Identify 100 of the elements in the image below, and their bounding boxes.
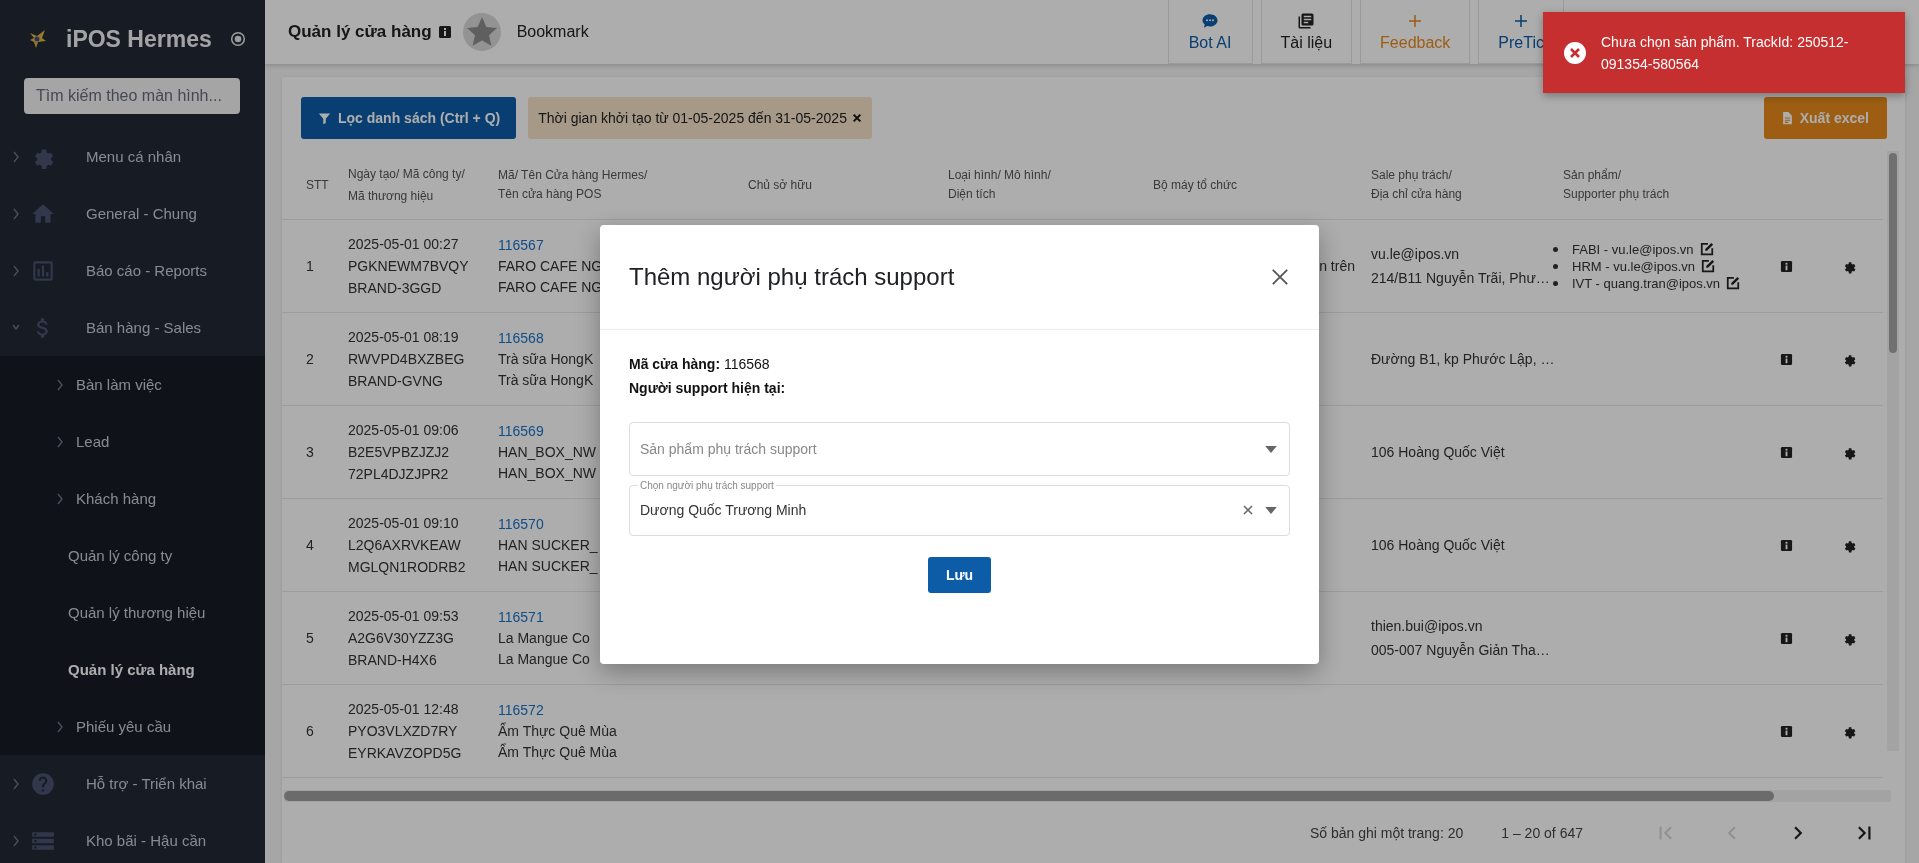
table-cell-text: 2025-05-01 12:48 PYO3VLXZD7RY EYRKAVZOPD5G [348,700,463,763]
info-icon[interactable] [1780,259,1793,273]
file-icon [1781,111,1793,125]
chevron-icon [12,150,20,163]
store-id-link[interactable]: 116571 [498,606,544,628]
column-header: Mã/ Tên Cửa hàng Hermes/ Tên cửa hàng POS [498,167,649,203]
table-cell-text: 2025-05-01 09:10 L2Q6AXRVKEAW MGLQN1RODRB2 [348,514,467,577]
column-header: STT [305,176,330,194]
chevron-icon [56,435,64,448]
store-name: HAN SUCKER_ HAN SUCKER_ [498,536,598,576]
dialog-title: Thêm người phụ trách support [629,263,955,291]
search-field[interactable]: Tìm kiếm theo màn hình... [24,78,240,114]
chevron-icon [56,378,64,391]
supporter-text: FABI - vu.le@ipos.vn [1572,241,1694,257]
bullet-icon [1553,280,1558,286]
product-select[interactable]: Sản phẩm phụ trách support [629,422,1290,476]
table-cell-text: 2025-05-01 08:19 RWVPD4BXZBEG BRAND-GVNG [348,328,466,391]
chevron-icon [56,720,64,733]
store-id-link[interactable]: 116569 [498,420,544,442]
edit-icon[interactable] [1701,259,1715,273]
table-cell: n trên [1319,258,1355,274]
sidebar-subitem[interactable]: Quản lý thương hiệu [0,584,265,641]
toolbar-button[interactable]: Tài liệu [1260,0,1353,64]
info-icon[interactable] [1780,445,1793,459]
chevron-icon [12,264,20,277]
edit-icon[interactable] [1726,276,1741,290]
help-icon [30,770,56,797]
table-cell-text: 3 [305,444,315,460]
column-header: Loại hình/ Mô hình/ Diện tích [948,167,1052,203]
page-size-label: Số bản ghi một trang: 20 [1309,825,1464,841]
sidebar-item[interactable]: Báo cáo - Reports [0,242,265,299]
store-id-link[interactable]: 116567 [498,234,544,256]
sidebar-item[interactable]: General - Chung [0,185,265,242]
bullet-icon [1553,263,1558,269]
column-header: Bộ máy tổ chức [1153,176,1239,194]
chat-icon [1201,11,1219,30]
support-person-select[interactable]: Chọn người phụ trách support Dương Quốc Trương Minh [629,480,1290,536]
table-cell-text: 2025-05-01 00:27 PGKNEWM7BVQY BRAND-3GGD [348,235,470,298]
column-header: Sale phụ trách/ Địa chỉ cửa hàng [1370,167,1463,203]
chevron-icon [12,207,20,220]
vertical-scrollbar[interactable] [1887,151,1899,751]
filter-chip-text: Thời gian khởi tạo từ 01-05-2025 đến 31-05-2025 [538,110,847,126]
book-icon [1297,11,1316,30]
table-cell-text: 4 [305,537,315,553]
sidebar-item[interactable]: Hỗ trợ - Triển khai [0,755,265,812]
info-icon[interactable] [1780,724,1793,738]
table-cell-text: 6 [305,723,315,739]
bookmark-link[interactable]: Bookmark [516,23,589,41]
table-cell-text: 2025-05-01 09:53 A2G6V30YZZ3G BRAND-H4X6 [348,607,460,670]
table-cell-text: 1 [305,258,315,274]
store-id-link[interactable]: 116570 [498,513,544,535]
page-title: Quản lý cửa hàng [288,22,432,42]
toolbar-button[interactable]: Bot AI [1167,0,1253,64]
info-icon[interactable] [1780,538,1793,552]
toast-message: Chưa chọn sản phẩm. TrackId: 250512-091354-580564 [1601,32,1850,74]
chevron-icon [12,834,20,847]
store-name: Ẩm Thực Quê Mùa Ẩm Thực Quê Mùa [498,721,617,762]
info-icon[interactable] [437,25,452,39]
column-header: Sản phẩm/ Supporter phụ trách [1563,167,1671,203]
radio-icon[interactable] [229,31,246,47]
table-cell-text: thien.bui@ipos.vn 005-007 Nguyễn Giản Tha… [1371,617,1551,660]
chevron-icon [56,492,64,505]
table-cell-text: 5 [305,630,315,646]
sidebar-subitem[interactable]: Bàn làm việc [0,356,265,413]
sidebar-subitem[interactable]: Quản lý công ty [0,527,265,584]
save-button[interactable]: Lưu [928,557,991,593]
horizontal-scrollbar[interactable] [284,790,1891,802]
column-header: Chủ sở hữu [748,176,813,194]
store-id-link[interactable]: 116568 [498,327,544,349]
store-name: La Mangue Co La Mangue Co [498,629,590,669]
sidebar-subitem[interactable]: Quản lý cửa hàng [0,641,265,698]
column-header: Ngày tạo/ Mã công ty/ Mã thương hiệu [348,166,466,205]
bullet-icon [1553,246,1558,252]
info-icon[interactable] [1780,352,1793,366]
sidebar-item[interactable]: Kho bãi - Hậu cần [0,812,265,863]
close-icon[interactable] [1271,268,1289,286]
edit-icon[interactable] [1699,242,1714,256]
caret-icon [1265,506,1277,514]
range-label: 1 – 20 of 647 [1501,825,1583,841]
table-cell-text: 106 Hoàng Quốc Việt [1371,536,1506,555]
app-name: iPOS Hermes [66,25,212,53]
filter-button[interactable]: Lọc danh sách (Ctrl + Q) [301,97,517,139]
store-name: HAN_BOX_NW HAN_BOX_NW [498,443,597,483]
table-cell-text: 2025-05-01 09:06 B2E5VPBZJZJ2 72PL4DJZJPR2 [348,421,460,484]
sidebar-subitem[interactable]: Lead [0,413,265,470]
clear-icon[interactable] [1243,505,1253,515]
close-icon[interactable] [851,113,862,123]
sidebar-item[interactable]: Menu cá nhân [0,128,265,185]
table-cell-text: 2 [305,351,315,367]
store-code-text: Mã cửa hàng: 116568 [629,355,771,374]
table-cell-text: vu.le@ipos.vn 214/B11 Nguyễn Trãi, Phư… [1371,245,1551,288]
sidebar-subitem[interactable]: Khách hàng [0,470,265,527]
store-name: Trà sữa HongK Trà sữa HongK [498,350,594,390]
supporter-text: HRM - vu.le@ipos.vn [1572,258,1695,274]
chevron-icon [12,777,20,790]
sidebar-subitem[interactable]: Phiếu yêu cầu [0,698,265,755]
current-support-label: Người support hiện tại: [629,379,787,398]
store-id-link[interactable]: 116572 [498,699,544,721]
table-cell-text: 106 Hoàng Quốc Việt [1371,443,1506,462]
info-icon[interactable] [1780,631,1793,645]
